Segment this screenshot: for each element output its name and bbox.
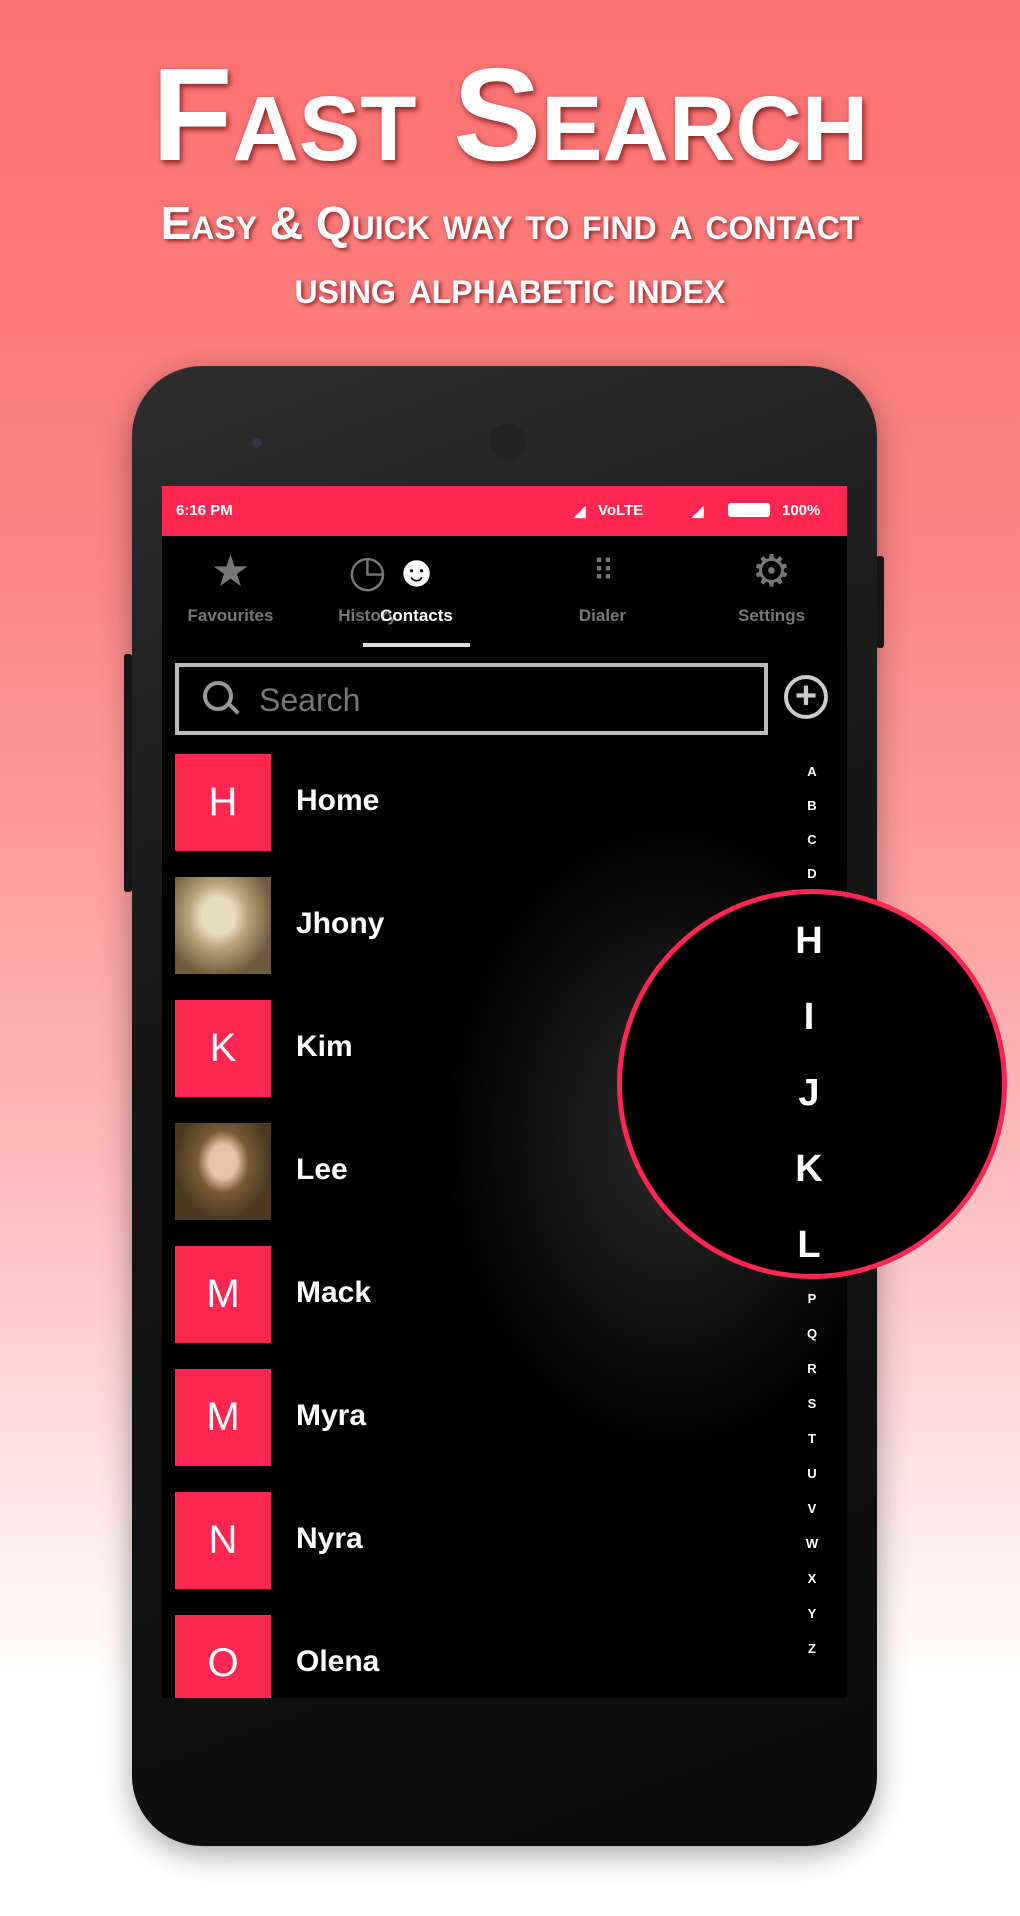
contact-photo [175, 877, 271, 974]
status-battery: 100% [782, 502, 821, 519]
contact-initial-avatar: K [175, 1000, 271, 1097]
index-letter[interactable]: A [802, 764, 822, 779]
add-contact-button[interactable]: + [784, 675, 828, 719]
index-letter[interactable]: D [802, 866, 822, 881]
magnified-index-letter[interactable]: I [779, 996, 839, 1039]
contact-row[interactable]: N Nyra [175, 1492, 735, 1589]
contact-name: Jhony [296, 907, 385, 940]
tab-label: Dialer [578, 606, 627, 625]
index-letter[interactable]: R [802, 1361, 822, 1376]
index-letter[interactable]: W [802, 1536, 822, 1551]
contact-name: Lee [296, 1153, 348, 1186]
tab-label: Favourites [187, 606, 274, 625]
contact-row[interactable]: O Olena [175, 1615, 735, 1698]
magnified-index-letter[interactable]: K [779, 1148, 839, 1191]
signal-icon: ◢ [574, 503, 586, 520]
contact-name: Olena [296, 1645, 380, 1678]
phone-sensor [252, 438, 262, 448]
search-box[interactable] [175, 663, 768, 735]
index-letter[interactable]: V [802, 1501, 822, 1516]
magnified-index-letter[interactable]: J [779, 1072, 839, 1115]
contact-row[interactable]: H Home [175, 754, 735, 851]
promo-title: Fast Search [151, 41, 869, 188]
index-letter[interactable]: S [802, 1396, 822, 1411]
contact-name: Mack [296, 1276, 372, 1309]
index-letter[interactable]: U [802, 1466, 822, 1481]
gear-icon: ⚙ [751, 547, 792, 596]
contact-name: Kim [296, 1030, 353, 1063]
contact-initial-avatar: N [175, 1492, 271, 1589]
contact-initial-avatar: M [175, 1369, 271, 1466]
active-tab-indicator [363, 643, 470, 647]
index-letter[interactable]: C [802, 832, 822, 847]
contact-initial-avatar: M [175, 1246, 271, 1343]
magnified-index-letter[interactable]: H [779, 920, 839, 963]
index-letter[interactable]: T [802, 1431, 822, 1446]
contact-initial-avatar: O [175, 1615, 271, 1698]
contact-row[interactable]: Jhony [175, 877, 735, 974]
contact-row[interactable]: M Myra [175, 1369, 735, 1466]
promo-subtitle-line1: Easy & Quick way to find a contact [160, 197, 860, 249]
status-time: 6:16 PM [176, 502, 233, 519]
tab-label: Contacts [380, 606, 453, 625]
tab-label: Settings [737, 606, 806, 625]
phone-camera [490, 424, 526, 460]
index-letter[interactable]: B [802, 798, 822, 813]
status-bar: 6:16 PM ◢ VoLTE ◢ 100% [162, 486, 847, 536]
tab-favourites[interactable]: ★ Favourites [162, 536, 299, 646]
phone-power-button [876, 556, 884, 648]
index-letter[interactable]: Q [802, 1326, 822, 1341]
tab-dialer[interactable]: ⠿ Dialer [534, 536, 671, 646]
phone-volume-button [124, 654, 132, 892]
star-icon: ★ [210, 547, 251, 596]
index-letter[interactable]: X [802, 1571, 822, 1586]
contact-name: Home [296, 784, 380, 817]
tab-contacts[interactable]: ☻ Contacts [348, 536, 485, 646]
index-letter[interactable]: Z [802, 1641, 822, 1656]
contact-row[interactable]: M Mack [175, 1246, 735, 1343]
promo-subtitle-line2: using alphabetic index [294, 261, 726, 313]
contact-initial-avatar: H [175, 754, 271, 851]
index-letter[interactable]: P [802, 1291, 822, 1306]
contact-name: Nyra [296, 1522, 363, 1555]
signal-icon-2: ◢ [692, 503, 704, 520]
contact-name: Myra [296, 1399, 367, 1432]
tab-bar: ★ Favourites ◷ History ☻ Contacts ⠿ Dial… [162, 536, 847, 646]
magnified-index-letter[interactable]: L [779, 1224, 839, 1267]
tab-settings[interactable]: ⚙ Settings [703, 536, 840, 646]
index-letter[interactable]: Y [802, 1606, 822, 1621]
dialpad-icon: ⠿ [592, 555, 615, 588]
search-input[interactable] [257, 677, 741, 723]
contact-photo [175, 1123, 271, 1220]
battery-icon [728, 503, 770, 517]
status-network: VoLTE [598, 502, 644, 519]
person-icon: ☻ [393, 547, 440, 596]
search-icon [203, 681, 233, 711]
